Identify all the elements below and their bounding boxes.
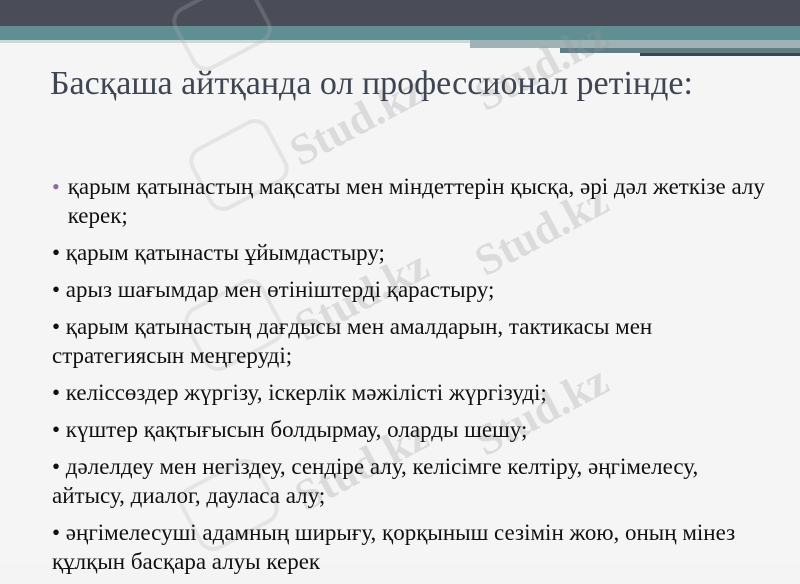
bullet-dot-icon: • bbox=[52, 174, 60, 199]
top-band-dark bbox=[0, 0, 800, 26]
bullet-item: • келіссөздер жүргізу, іскерлік мәжіліст… bbox=[52, 380, 547, 405]
bullet-item: • күштер қақтығысын болдырмау, оларды ше… bbox=[52, 417, 528, 442]
top-band-accent-1 bbox=[470, 40, 800, 48]
bullet-item: • қарым қатынастың дағдысы мен амалдарын… bbox=[52, 314, 653, 368]
slide: Stud.kz Stud.kz Stud.kz Stud.kz Stud.kz … bbox=[0, 0, 800, 574]
bullet-item: • қарым қатынастың мақсаты мен міндеттер… bbox=[52, 172, 772, 230]
top-band-light bbox=[0, 40, 470, 43]
slide-title: Басқаша айтқанда ол профессионал ретінде… bbox=[50, 65, 693, 102]
bullet-list: • қарым қатынастың мақсаты мен міндеттер… bbox=[52, 172, 772, 584]
top-band-accent-3 bbox=[640, 53, 800, 56]
bullet-item: • қарым қатынасты ұйымдастыру; bbox=[52, 240, 385, 265]
bullet-item: • дәлелдеу мен негіздеу, сендіре алу, ке… bbox=[52, 454, 699, 508]
bullet-item: • әңгімелесуші адамның ширығу, қорқыныш … bbox=[52, 520, 736, 574]
bullet-item: • арыз шағымдар мен өтініштерді қарастыр… bbox=[52, 277, 495, 302]
top-band-teal bbox=[0, 26, 800, 40]
bullet-text: қарым қатынастың мақсаты мен міндеттерін… bbox=[67, 174, 765, 228]
